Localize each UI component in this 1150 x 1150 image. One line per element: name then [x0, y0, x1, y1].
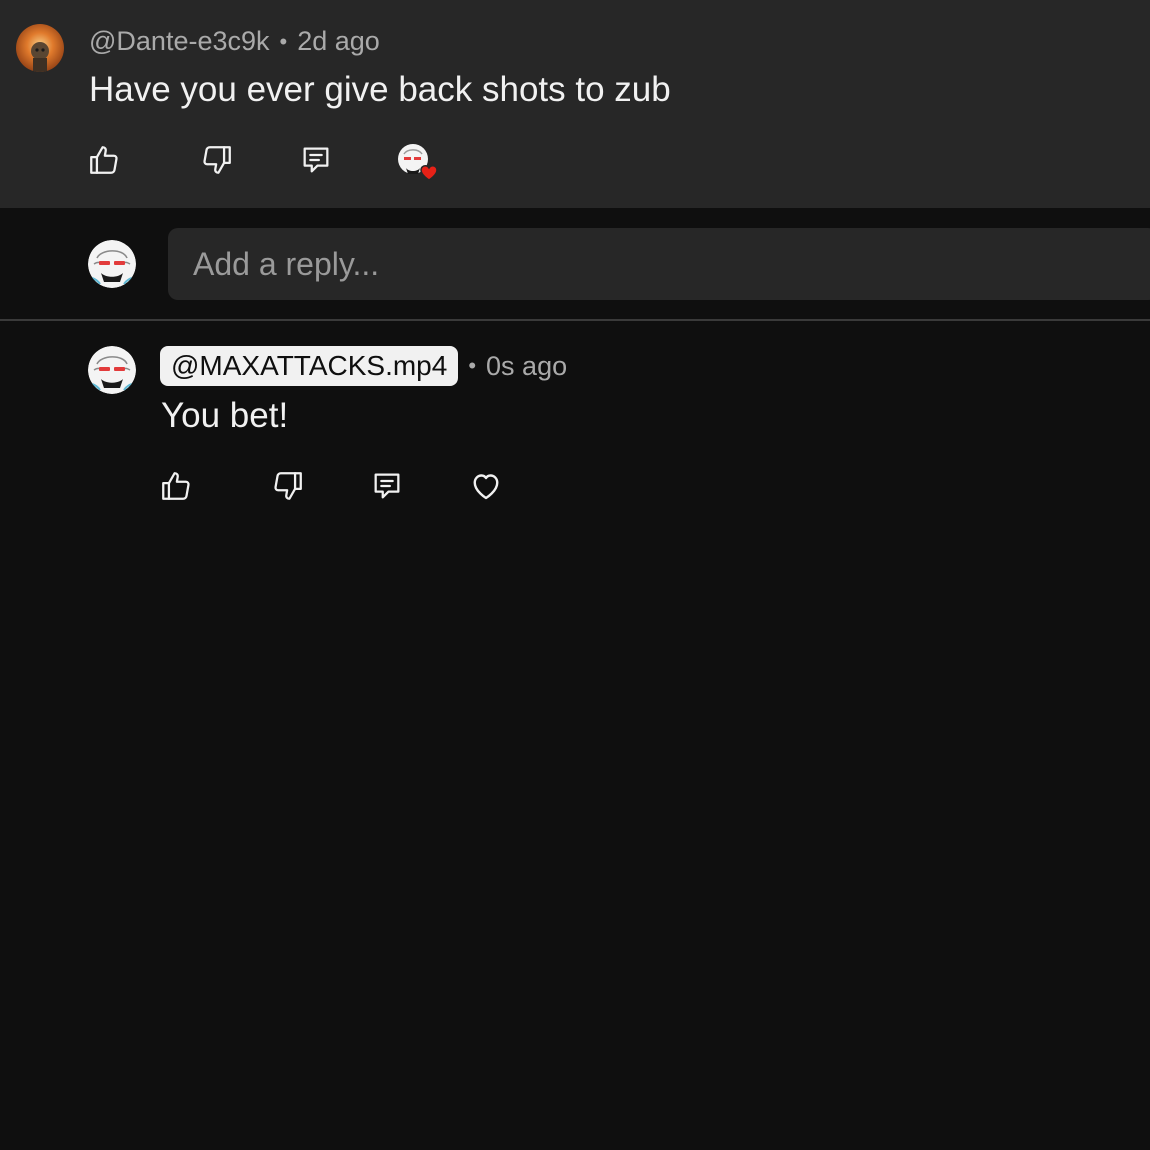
heart-button[interactable]	[466, 466, 506, 506]
reply-like-button[interactable]	[156, 466, 196, 506]
reply-author-chip[interactable]: @MAXATTACKS.mp4	[160, 346, 459, 386]
reply-author-avatar[interactable]	[88, 346, 136, 394]
reply-button[interactable]	[296, 140, 336, 180]
reply-icon	[303, 147, 329, 173]
parent-comment: @Dante-e3c9k • 2d ago Have you ever give…	[0, 0, 1150, 208]
reply-input[interactable]	[168, 228, 1150, 300]
my-avatar	[88, 240, 136, 288]
reply-meta: @MAXATTACKS.mp4 • 0s ago	[160, 346, 567, 386]
creator-heart-icon	[398, 144, 438, 181]
dislike-icon	[274, 472, 302, 500]
dislike-icon	[203, 146, 231, 174]
like-icon	[90, 146, 118, 174]
comment-author[interactable]: @Dante-e3c9k	[89, 26, 270, 57]
comment-text: Have you ever give back shots to zub	[89, 70, 671, 109]
meta-separator: •	[279, 28, 288, 54]
dislike-button[interactable]	[197, 140, 237, 180]
like-icon	[162, 472, 190, 500]
like-button[interactable]	[84, 140, 124, 180]
reply-text: You bet!	[161, 396, 289, 435]
reply-dislike-button[interactable]	[268, 466, 308, 506]
reply-icon	[374, 473, 400, 499]
comment-meta: @Dante-e3c9k • 2d ago	[89, 26, 380, 57]
commenter-avatar[interactable]	[16, 24, 64, 72]
reply-time: 0s ago	[486, 350, 568, 381]
creator-heart-badge	[396, 142, 442, 182]
reply-reply-button[interactable]	[367, 466, 407, 506]
reply-bar	[0, 208, 1150, 321]
heart-icon	[473, 474, 499, 500]
meta-separator: •	[468, 353, 477, 378]
comment-time: 2d ago	[297, 26, 380, 56]
